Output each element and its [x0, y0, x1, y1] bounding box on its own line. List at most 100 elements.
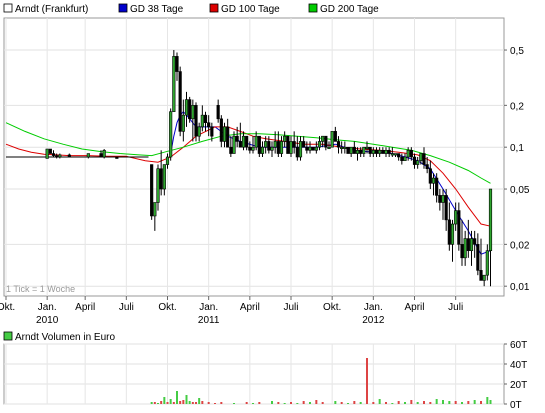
x-year-label: 2011 — [198, 315, 220, 326]
candle-body — [352, 146, 356, 154]
volume-bar — [296, 403, 299, 404]
volume-bar — [372, 402, 375, 404]
candle-body — [476, 244, 480, 271]
candle-body — [238, 141, 242, 148]
legend-label-ma38: GD 38 Tage — [130, 4, 184, 15]
volume-bar — [480, 401, 482, 404]
candle-body — [203, 114, 208, 124]
candle-body — [197, 126, 201, 137]
candle-body — [422, 153, 426, 165]
price-legend: Arndt (Frankfurt) GD 38 Tage GD 100 Tage… — [3, 3, 379, 15]
volume-bar — [321, 402, 324, 404]
vol-y-tick-label: 40T — [510, 360, 527, 371]
candle-body — [397, 153, 401, 158]
candle-body — [178, 71, 182, 132]
volume-bar — [385, 402, 387, 404]
candle-body — [289, 141, 293, 154]
candle-body — [86, 153, 90, 158]
candle-body — [346, 146, 350, 154]
volume-bar — [461, 402, 463, 404]
candle-body — [482, 274, 486, 281]
volume-bar — [473, 400, 476, 404]
candle-body — [241, 135, 246, 148]
candle-body — [457, 210, 461, 245]
volume-bar — [290, 402, 292, 404]
chart-canvas: Arndt (Frankfurt) GD 38 Tage GD 100 Tage… — [0, 3, 530, 411]
volume-bar — [271, 401, 273, 404]
x-tick-label: Jan. — [38, 302, 57, 313]
candle-body — [260, 146, 265, 154]
candle-body — [336, 141, 341, 148]
y-tick-label: 0,01 — [510, 282, 530, 293]
candle-body — [343, 146, 347, 149]
x-year-label: 2010 — [36, 315, 59, 326]
candle-body — [444, 195, 448, 221]
candle-body — [156, 168, 160, 203]
candle-body — [428, 168, 432, 184]
volume-bar — [423, 401, 425, 404]
volume-bar — [334, 401, 337, 404]
candle-body — [485, 250, 489, 276]
candle-body — [55, 155, 59, 158]
volume-bar — [302, 401, 305, 404]
volume-bar — [486, 397, 489, 404]
volume-bar — [198, 398, 201, 404]
x-tick-label: Okt. — [0, 302, 15, 313]
candle-body — [381, 149, 385, 154]
volume-bar — [157, 403, 159, 404]
candle-body — [254, 135, 258, 148]
x-tick-label: Juli — [283, 302, 298, 313]
candle-body — [447, 219, 451, 245]
legend-swatch-ma100 — [209, 3, 219, 13]
x-tick-label: Jan. — [364, 302, 383, 313]
volume-bar — [169, 399, 172, 404]
candle-body — [279, 141, 284, 154]
x-tick-label: Okt. — [158, 302, 176, 313]
candle-body — [314, 146, 318, 151]
volume-bar — [410, 400, 413, 404]
candle-body — [488, 188, 493, 252]
x-tick-label: April — [404, 302, 424, 313]
candle-body — [295, 146, 299, 158]
candle-body — [45, 148, 49, 159]
candle-body — [349, 146, 353, 154]
volume-bar — [160, 401, 163, 404]
x-tick-label: Juli — [119, 302, 134, 313]
volume-bar — [191, 402, 194, 404]
volume-plot-area — [3, 343, 505, 405]
candle-body — [210, 126, 214, 137]
candle-body — [251, 146, 255, 151]
candle-body — [181, 114, 185, 132]
x-tick-label: April — [75, 302, 95, 313]
volume-bar — [347, 403, 349, 404]
x-tick-label: Juli — [448, 302, 463, 313]
volume-bar — [397, 401, 400, 404]
y-tick-label: 0,05 — [510, 185, 530, 196]
candle-body — [308, 146, 312, 151]
volume-legend: Arndt Volumen in Euro — [3, 331, 115, 343]
legend-label-ma100: GD 100 Tage — [221, 4, 280, 15]
candle-body — [371, 149, 375, 154]
candle-body — [368, 146, 372, 154]
volume-bar — [277, 402, 280, 404]
y-tick-label: 0,1 — [510, 143, 524, 154]
candle-body — [283, 135, 287, 142]
candle-body — [273, 141, 277, 148]
candle-body — [245, 135, 249, 148]
x-tick-label: April — [240, 302, 260, 313]
volume-bar — [195, 402, 197, 404]
candle-body — [276, 141, 280, 154]
candle-body — [390, 153, 394, 156]
candle-body — [58, 154, 62, 158]
y-tick-label: 0,02 — [510, 240, 530, 251]
x-tick-label: Jan. — [199, 302, 218, 313]
candle-body — [425, 164, 429, 170]
volume-bar — [315, 400, 318, 404]
candle-body — [184, 99, 189, 116]
candle-body — [222, 126, 227, 142]
volume-bar — [153, 402, 156, 404]
volume-bar — [201, 401, 204, 404]
volume-bar — [448, 401, 451, 404]
candle-body — [102, 149, 106, 158]
candle-body — [466, 238, 470, 252]
